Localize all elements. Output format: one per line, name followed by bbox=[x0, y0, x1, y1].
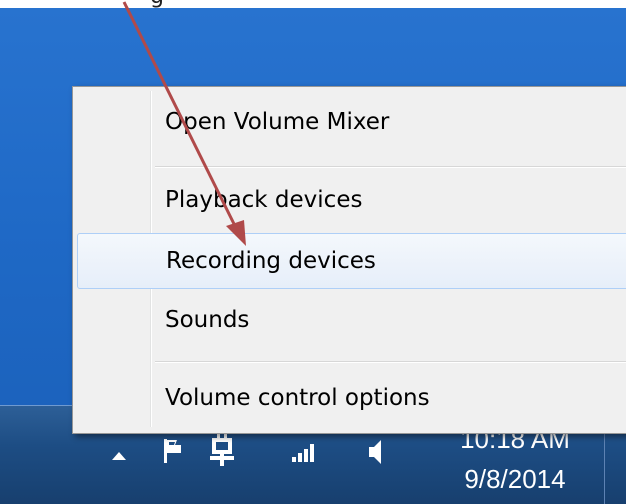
menu-item-recording-devices[interactable]: Recording devices bbox=[77, 233, 626, 289]
menu-item-playback-devices[interactable]: Playback devices bbox=[77, 175, 626, 225]
menu-item-label: Volume control options bbox=[165, 385, 430, 411]
power-plug-icon bbox=[210, 434, 234, 466]
menu-item-volume-control-options[interactable]: Volume control options bbox=[77, 373, 626, 423]
volume-context-menu: Open Volume Mixer Playback devices Recor… bbox=[72, 86, 626, 434]
screenshot: g bbox=[0, 0, 626, 504]
menu-item-sounds[interactable]: Sounds bbox=[77, 295, 626, 345]
menu-item-label: Recording devices bbox=[166, 248, 376, 274]
volume-button[interactable] bbox=[366, 438, 386, 466]
show-hidden-icons-button[interactable] bbox=[108, 446, 130, 466]
menu-separator bbox=[155, 361, 626, 363]
top-white-strip: g bbox=[0, 0, 626, 8]
network-button[interactable] bbox=[290, 440, 320, 464]
caption-fragment: g bbox=[150, 0, 164, 8]
speaker-icon bbox=[369, 440, 381, 464]
action-center-button[interactable] bbox=[160, 434, 188, 468]
network-signal-icon bbox=[292, 444, 314, 462]
menu-item-label: Playback devices bbox=[165, 187, 363, 213]
menu-item-label: Sounds bbox=[165, 307, 250, 333]
menu-separator bbox=[155, 166, 626, 168]
menu-item-label: Open Volume Mixer bbox=[165, 109, 390, 135]
power-button[interactable] bbox=[206, 432, 238, 470]
menu-item-open-volume-mixer[interactable]: Open Volume Mixer bbox=[77, 97, 626, 147]
flag-icon bbox=[164, 439, 181, 463]
chevron-up-icon bbox=[112, 452, 126, 460]
clock-date[interactable]: 9/8/2014 bbox=[440, 464, 590, 495]
